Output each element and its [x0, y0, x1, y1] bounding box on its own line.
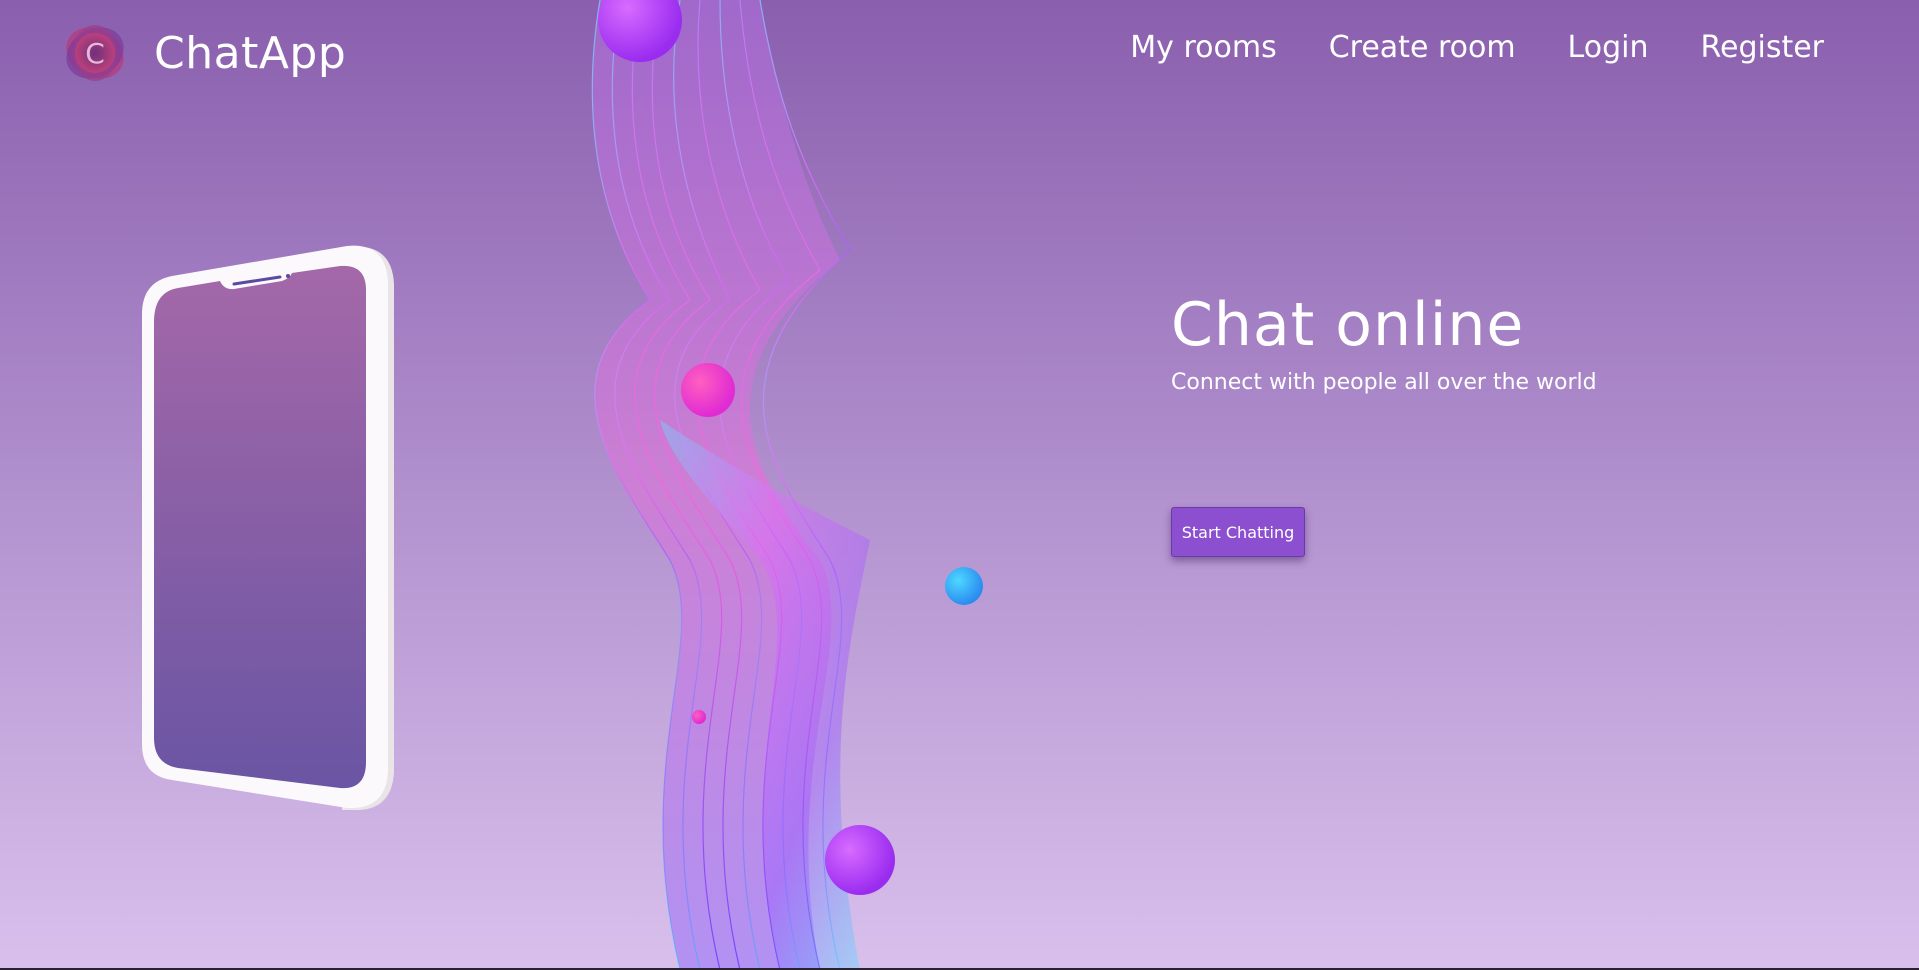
svg-text:C: C: [85, 37, 105, 70]
nav-links: My rooms Create room Login Register: [1130, 30, 1824, 65]
phone-illustration: [142, 244, 398, 812]
app-title: ChatApp: [154, 27, 347, 79]
start-chatting-button[interactable]: Start Chatting: [1171, 507, 1305, 557]
brand-link[interactable]: C ChatApp: [62, 20, 346, 86]
chatapp-logo-icon: C: [62, 20, 128, 86]
landing-page: C ChatApp My rooms Create room Login Reg…: [0, 0, 1919, 970]
nav-register-link[interactable]: Register: [1700, 30, 1824, 65]
nav-my-rooms-link[interactable]: My rooms: [1130, 30, 1276, 65]
decorative-ribbon-illustration: [560, 0, 1010, 970]
nav-login-link[interactable]: Login: [1568, 30, 1649, 65]
hero-title: Chat online: [1171, 290, 1525, 360]
hero-section: Chat online Connect with people all over…: [1171, 284, 1597, 395]
hero-subtitle: Connect with people all over the world: [1171, 370, 1597, 395]
nav-create-room-link[interactable]: Create room: [1329, 30, 1516, 65]
